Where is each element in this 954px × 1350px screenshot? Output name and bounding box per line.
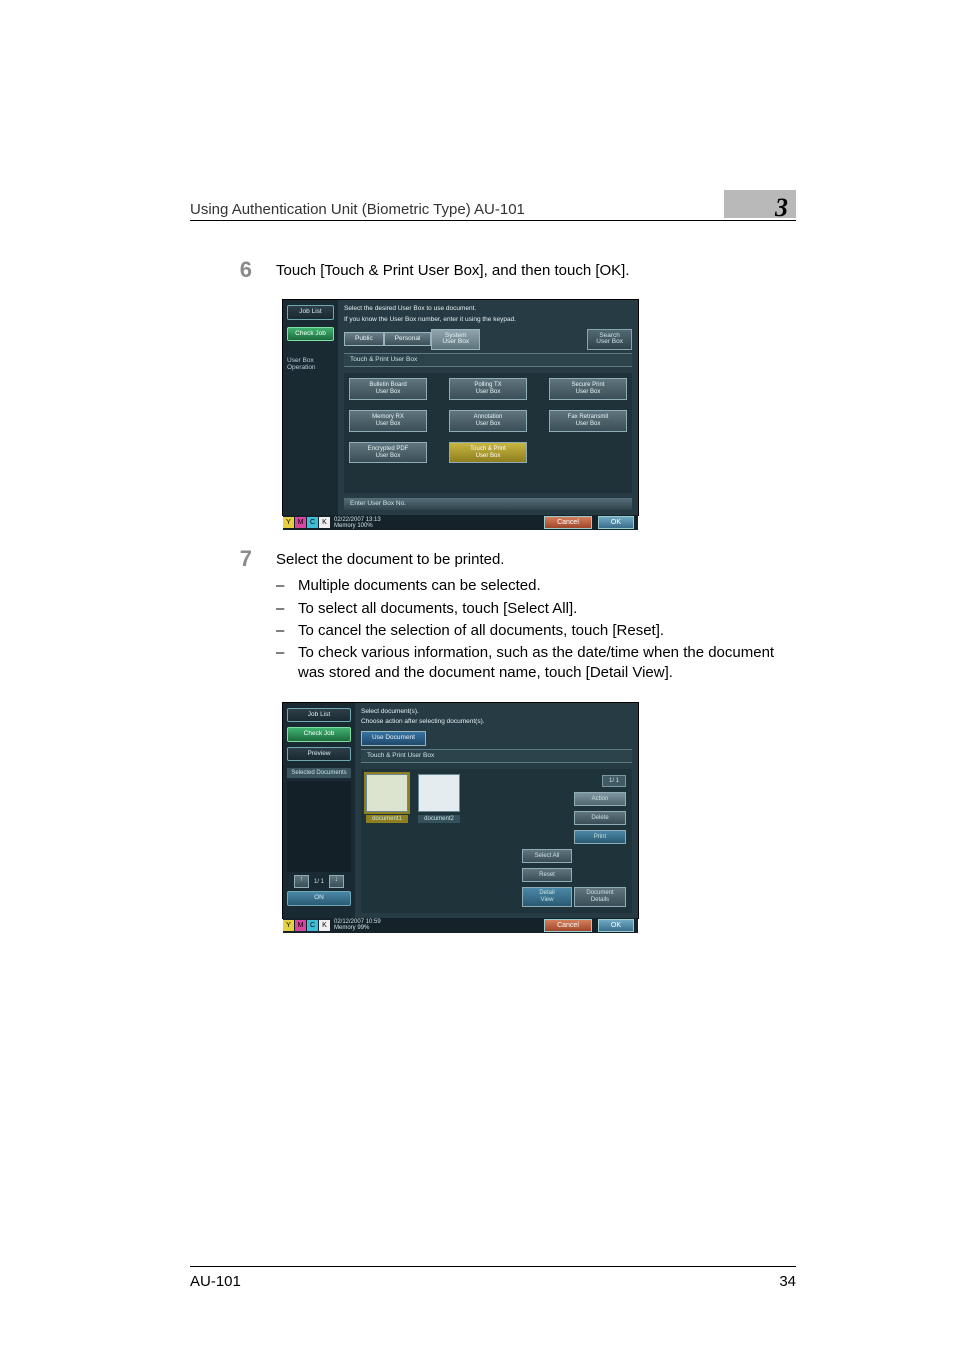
- step-7-bullet-4: –To check various information, such as t…: [276, 643, 796, 684]
- toner-m-icon: M: [295, 517, 306, 528]
- memory-rx-user-box-button[interactable]: Memory RX User Box: [349, 410, 427, 432]
- step-7-bullet-2: –To select all documents, touch [Select …: [276, 599, 796, 619]
- ok-button[interactable]: OK: [598, 516, 634, 529]
- detail-view-button[interactable]: Detail View: [522, 887, 572, 906]
- cancel-button-2[interactable]: Cancel: [544, 919, 592, 932]
- reset-button[interactable]: Reset: [522, 868, 572, 882]
- chapter-badge: 3: [724, 190, 796, 218]
- secure-print-user-box-button[interactable]: Secure Print User Box: [549, 378, 627, 400]
- check-job-button-2[interactable]: Check Job: [287, 727, 351, 742]
- user-box-operation-label: User Box Operation: [287, 358, 334, 371]
- toner-k-icon-2: K: [319, 920, 330, 931]
- selected-documents-list: [287, 781, 351, 872]
- toner-status-icons: Y M C K: [283, 517, 330, 528]
- instruction-line-1: Select the desired User Box to use docum…: [344, 305, 632, 313]
- selected-documents-label: Selected Documents: [287, 768, 351, 778]
- step-7-number: 7: [190, 548, 276, 684]
- document2-thumb-image: [418, 774, 460, 812]
- toner-c-icon-2: C: [307, 920, 318, 931]
- ok-button-2[interactable]: OK: [598, 919, 634, 932]
- toner-c-icon: C: [307, 517, 318, 528]
- footer-left: AU-101: [190, 1273, 241, 1290]
- step-7-text: Select the document to be printed.: [276, 550, 796, 570]
- document2-thumbnail[interactable]: document2: [418, 774, 460, 907]
- toner-k-icon: K: [319, 517, 330, 528]
- screenshot-user-box-types: Job List Check Job User Box Operation Se…: [282, 299, 639, 516]
- page-footer: AU-101 34: [190, 1266, 796, 1290]
- memory-text: Memory 100%: [334, 523, 381, 529]
- pager-text: 1/ 1: [310, 879, 328, 885]
- timestamp-text: 02/22/2007 13:13: [334, 517, 381, 523]
- bullet-4-text: To check various information, such as th…: [298, 643, 796, 684]
- touch-print-title-bar: Touch & Print User Box: [344, 353, 632, 368]
- touch-print-user-box-button[interactable]: Touch & Print User Box: [449, 442, 527, 464]
- polling-tx-user-box-button[interactable]: Polling TX User Box: [449, 378, 527, 400]
- check-job-button[interactable]: Check Job: [287, 327, 334, 342]
- running-head-text: Using Authentication Unit (Biometric Typ…: [190, 201, 525, 218]
- tab-public[interactable]: Public: [344, 332, 384, 347]
- document-page-indicator: 1/ 1: [602, 775, 626, 787]
- instruction-line-2b: Choose action after selecting document(s…: [361, 718, 632, 726]
- chapter-number: 3: [775, 195, 788, 221]
- screenshot-select-document: Job List Check Job Preview Selected Docu…: [282, 702, 639, 919]
- document1-label: document1: [366, 815, 408, 823]
- on-button[interactable]: ON: [287, 891, 351, 906]
- status-timestamp: 02/22/2007 13:13 Memory 100%: [334, 517, 381, 529]
- document-details-button[interactable]: Document Details: [574, 887, 626, 906]
- toner-m-icon-2: M: [295, 920, 306, 931]
- footer-page-number: 34: [779, 1273, 796, 1290]
- step-6: 6 Touch [Touch & Print User Box], and th…: [190, 261, 796, 283]
- step-7-bullet-3: –To cancel the selection of all document…: [276, 621, 796, 641]
- select-all-button[interactable]: Select All: [522, 849, 572, 863]
- instruction-line-2: If you know the User Box number, enter i…: [344, 316, 632, 324]
- touch-print-title-bar-2: Touch & Print User Box: [361, 749, 632, 764]
- document2-label: document2: [418, 815, 460, 823]
- page-down-button[interactable]: ↓: [329, 875, 344, 888]
- document1-thumbnail[interactable]: document1: [366, 774, 408, 907]
- cancel-button[interactable]: Cancel: [544, 516, 592, 529]
- bulletin-board-user-box-button[interactable]: Bulletin Board User Box: [349, 378, 427, 400]
- step-6-number: 6: [190, 259, 276, 281]
- print-button[interactable]: Print: [574, 830, 626, 844]
- step-7-bullet-1: –Multiple documents can be selected.: [276, 576, 796, 596]
- preview-button[interactable]: Preview: [287, 747, 351, 762]
- annotation-user-box-button[interactable]: Annotation User Box: [449, 410, 527, 432]
- action-label: Action: [574, 792, 626, 806]
- encrypted-pdf-user-box-button[interactable]: Encrypted PDF User Box: [349, 442, 427, 464]
- bullet-3-text: To cancel the selection of all documents…: [298, 621, 664, 641]
- toner-y-icon-2: Y: [283, 920, 294, 931]
- job-list-button[interactable]: Job List: [287, 305, 334, 320]
- step-7: 7 Select the document to be printed. –Mu…: [190, 550, 796, 686]
- step-6-text: Touch [Touch & Print User Box], and then…: [276, 261, 796, 283]
- toner-status-icons-2: Y M C K: [283, 920, 330, 931]
- toner-y-icon: Y: [283, 517, 294, 528]
- job-list-button-2[interactable]: Job List: [287, 708, 351, 723]
- instruction-line-1b: Select document(s).: [361, 708, 632, 716]
- enter-user-box-no-button[interactable]: Enter User Box No.: [344, 498, 632, 511]
- page-up-button[interactable]: ↑: [294, 875, 309, 888]
- tab-use-document[interactable]: Use Document: [361, 731, 426, 746]
- running-header: Using Authentication Unit (Biometric Typ…: [190, 190, 796, 221]
- status-timestamp-2: 02/12/2007 10:59 Memory 99%: [334, 919, 381, 931]
- tab-system[interactable]: System User Box: [431, 329, 480, 350]
- search-user-box-button[interactable]: Search User Box: [587, 329, 632, 350]
- delete-button[interactable]: Delete: [574, 811, 626, 825]
- tab-personal[interactable]: Personal: [384, 332, 432, 347]
- memory-text-2: Memory 99%: [334, 925, 381, 931]
- document1-thumb-image: [366, 774, 408, 812]
- bullet-2-text: To select all documents, touch [Select A…: [298, 599, 577, 619]
- fax-retransmit-user-box-button[interactable]: Fax Retransmit User Box: [549, 410, 627, 432]
- bullet-1-text: Multiple documents can be selected.: [298, 576, 541, 596]
